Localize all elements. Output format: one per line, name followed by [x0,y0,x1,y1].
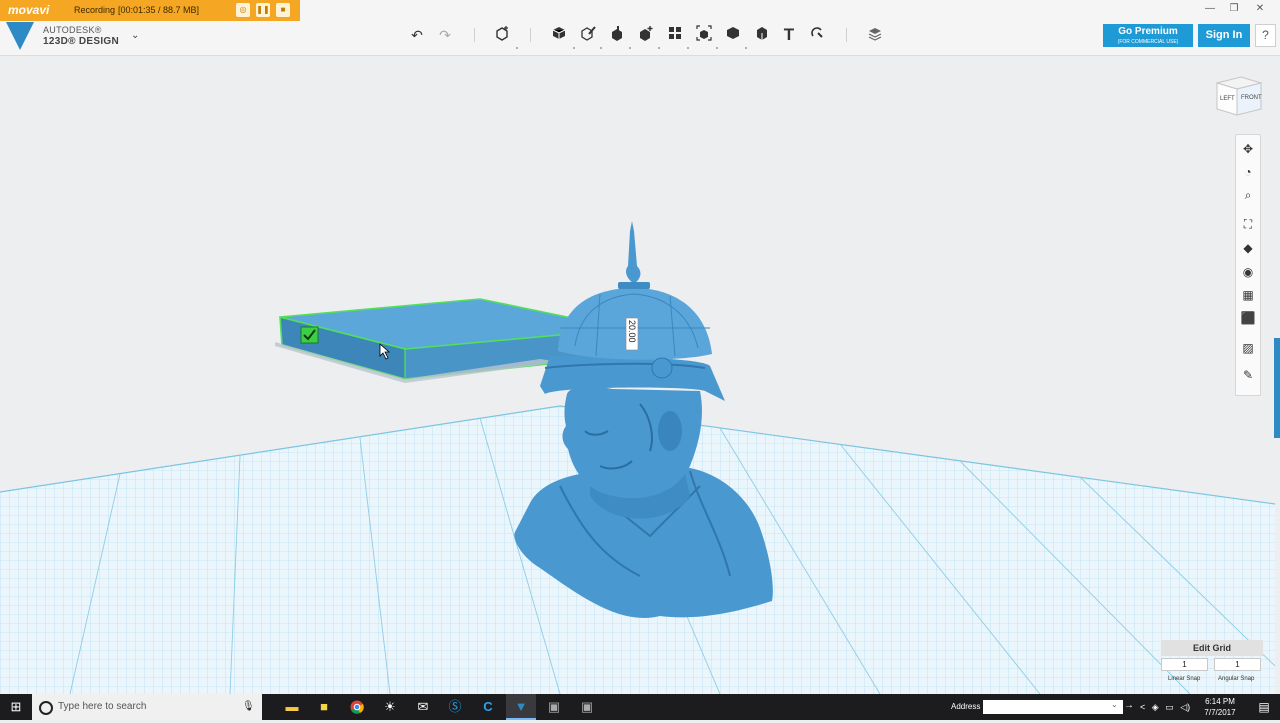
construct-tool-icon[interactable] [607,25,627,45]
system-tray: < ◈ ▭ ◁) [1140,694,1190,720]
screenshot-button[interactable]: ◎ [236,3,250,17]
cortana-icon [39,701,53,715]
toolbar-divider [474,28,475,42]
close-icon[interactable]: ✕ [1250,2,1270,16]
materials-icon[interactable]: ▨ [1236,338,1260,358]
viewcube-left-label: LEFT [1220,96,1235,102]
volume-icon[interactable]: ◁) [1180,702,1190,712]
help-button[interactable]: ? [1255,24,1276,47]
tray-chevron-icon[interactable]: < [1140,702,1145,712]
orbit-icon[interactable]: ◔ [1236,162,1260,182]
edit-grid-button[interactable]: Edit Grid [1161,640,1263,656]
dropdown-indicator [687,47,689,49]
dropdown-indicator [629,47,631,49]
measure-tool-icon[interactable] [752,25,772,45]
transform-tool-icon[interactable] [493,25,513,45]
grid-toggle-icon[interactable]: ✎ [1236,365,1260,385]
minimize-icon[interactable]: — [1200,2,1220,16]
combine-tool-icon[interactable] [723,25,743,45]
video-editor-icon[interactable]: ▣ [572,694,602,720]
confirm-checkbox [300,326,319,344]
angular-snap-label: Angular Snap [1218,676,1255,682]
recorder-logo: movavi [8,3,50,17]
redo-icon[interactable]: ↷ [435,25,455,45]
dropbox-icon[interactable]: ◈ [1152,702,1159,712]
app-title[interactable]: 123D® DESIGN [43,36,119,47]
search-placeholder: Type here to search [58,701,147,712]
123d-design-taskbar-icon[interactable]: ▼ [506,694,536,720]
materials-tool-icon[interactable] [865,25,885,45]
mail-icon[interactable]: ✉ [408,694,438,720]
restore-icon[interactable]: ❐ [1224,2,1244,16]
material-view-icon[interactable]: ▦ [1236,285,1260,305]
camera-icon[interactable]: ⬛ [1236,308,1260,328]
dropdown-indicator [573,47,575,49]
solid-view-icon[interactable]: ◆ [1236,238,1260,258]
stop-button[interactable]: ■ [276,3,290,17]
sign-in-button[interactable]: Sign In [1198,24,1250,47]
ccleaner-icon[interactable]: C [473,694,503,720]
address-label: Address [951,702,981,711]
taskbar-search[interactable]: Type here to search 🎙 [32,694,262,720]
viewcube-front-label: FRONT [1241,95,1262,101]
undo-icon[interactable]: ↶ [407,25,427,45]
sticky-notes-icon[interactable]: ■ [309,694,339,720]
toolbar-divider [846,28,847,42]
recording-status: Recording [74,5,116,15]
3d-viewport[interactable]: 20.00 [0,56,1280,694]
app-menu-chevron-icon[interactable]: ⌄ [131,30,139,41]
dimension-label: 20.00 [625,317,639,351]
file-explorer-icon[interactable]: ▬ [277,694,307,720]
dimension-value: 20.00 [627,320,637,343]
fit-view-icon[interactable]: ⛶ [1236,214,1260,234]
recording-stats: [00:01:35 / 88.7 MB] [118,5,200,15]
pause-button[interactable]: ❚❚ [256,3,270,17]
view-cube[interactable]: LEFT FRONT [1213,73,1263,119]
action-center-icon[interactable]: ▤ [1252,694,1276,720]
sketch-tool-icon[interactable] [578,25,598,45]
skype-icon[interactable]: Ⓢ [440,694,470,720]
grouping-tool-icon[interactable] [694,25,714,45]
address-input[interactable] [983,700,1123,714]
go-premium-button[interactable]: Go Premium (FOR COMMERCIAL USE) [1103,24,1193,47]
pattern-tool-icon[interactable] [665,25,685,45]
taskbar-clock[interactable]: 6:14 PM 7/7/2017 [1197,696,1243,718]
app-vendor: AUTODESK® [43,25,102,35]
dropdown-indicator [516,47,518,49]
go-premium-label: Go Premium [1118,26,1178,37]
brightness-icon[interactable]: ☀ [375,694,405,720]
microphone-icon[interactable]: 🎙 [242,694,255,720]
media-player-icon[interactable]: ▣ [539,694,569,720]
windows-start-icon[interactable]: ⊞ [0,694,32,720]
network-icon[interactable]: ▭ [1165,702,1174,712]
snap-tool-icon[interactable] [807,25,827,45]
visibility-icon[interactable]: ◉ [1236,262,1260,282]
linear-snap-label: Linear Snap [1168,676,1201,682]
clock-date: 7/7/2017 [1204,708,1236,717]
dropdown-indicator [600,47,602,49]
primitives-tool-icon[interactable] [549,25,569,45]
zoom-icon[interactable]: ⌕ [1236,185,1260,205]
text-tool-icon[interactable]: T [779,25,799,45]
angular-snap-input[interactable]: 1 [1214,658,1261,671]
pan-icon[interactable]: ✥ [1236,139,1260,159]
address-go-icon[interactable]: → [1124,700,1134,711]
address-dropdown-icon[interactable]: ⌄ [1111,700,1118,709]
dropdown-indicator [716,47,718,49]
side-panel-handle[interactable] [1274,338,1280,438]
modify-tool-icon[interactable] [636,25,656,45]
dropdown-indicator [745,47,747,49]
navigation-bar: ✥ ◔ ⌕ ⛶ ◆ ◉ ▦ ⬛ ▨ ✎ [1235,134,1261,396]
chrome-icon[interactable] [342,694,372,720]
toolbar-divider [530,28,531,42]
clock-time: 6:14 PM [1205,697,1235,706]
screen-recorder-bar: movavi Recording [00:01:35 / 88.7 MB] ◎ … [0,0,300,21]
linear-snap-input[interactable]: 1 [1161,658,1208,671]
dropdown-indicator [658,47,660,49]
go-premium-sublabel: (FOR COMMERCIAL USE) [1117,39,1179,45]
